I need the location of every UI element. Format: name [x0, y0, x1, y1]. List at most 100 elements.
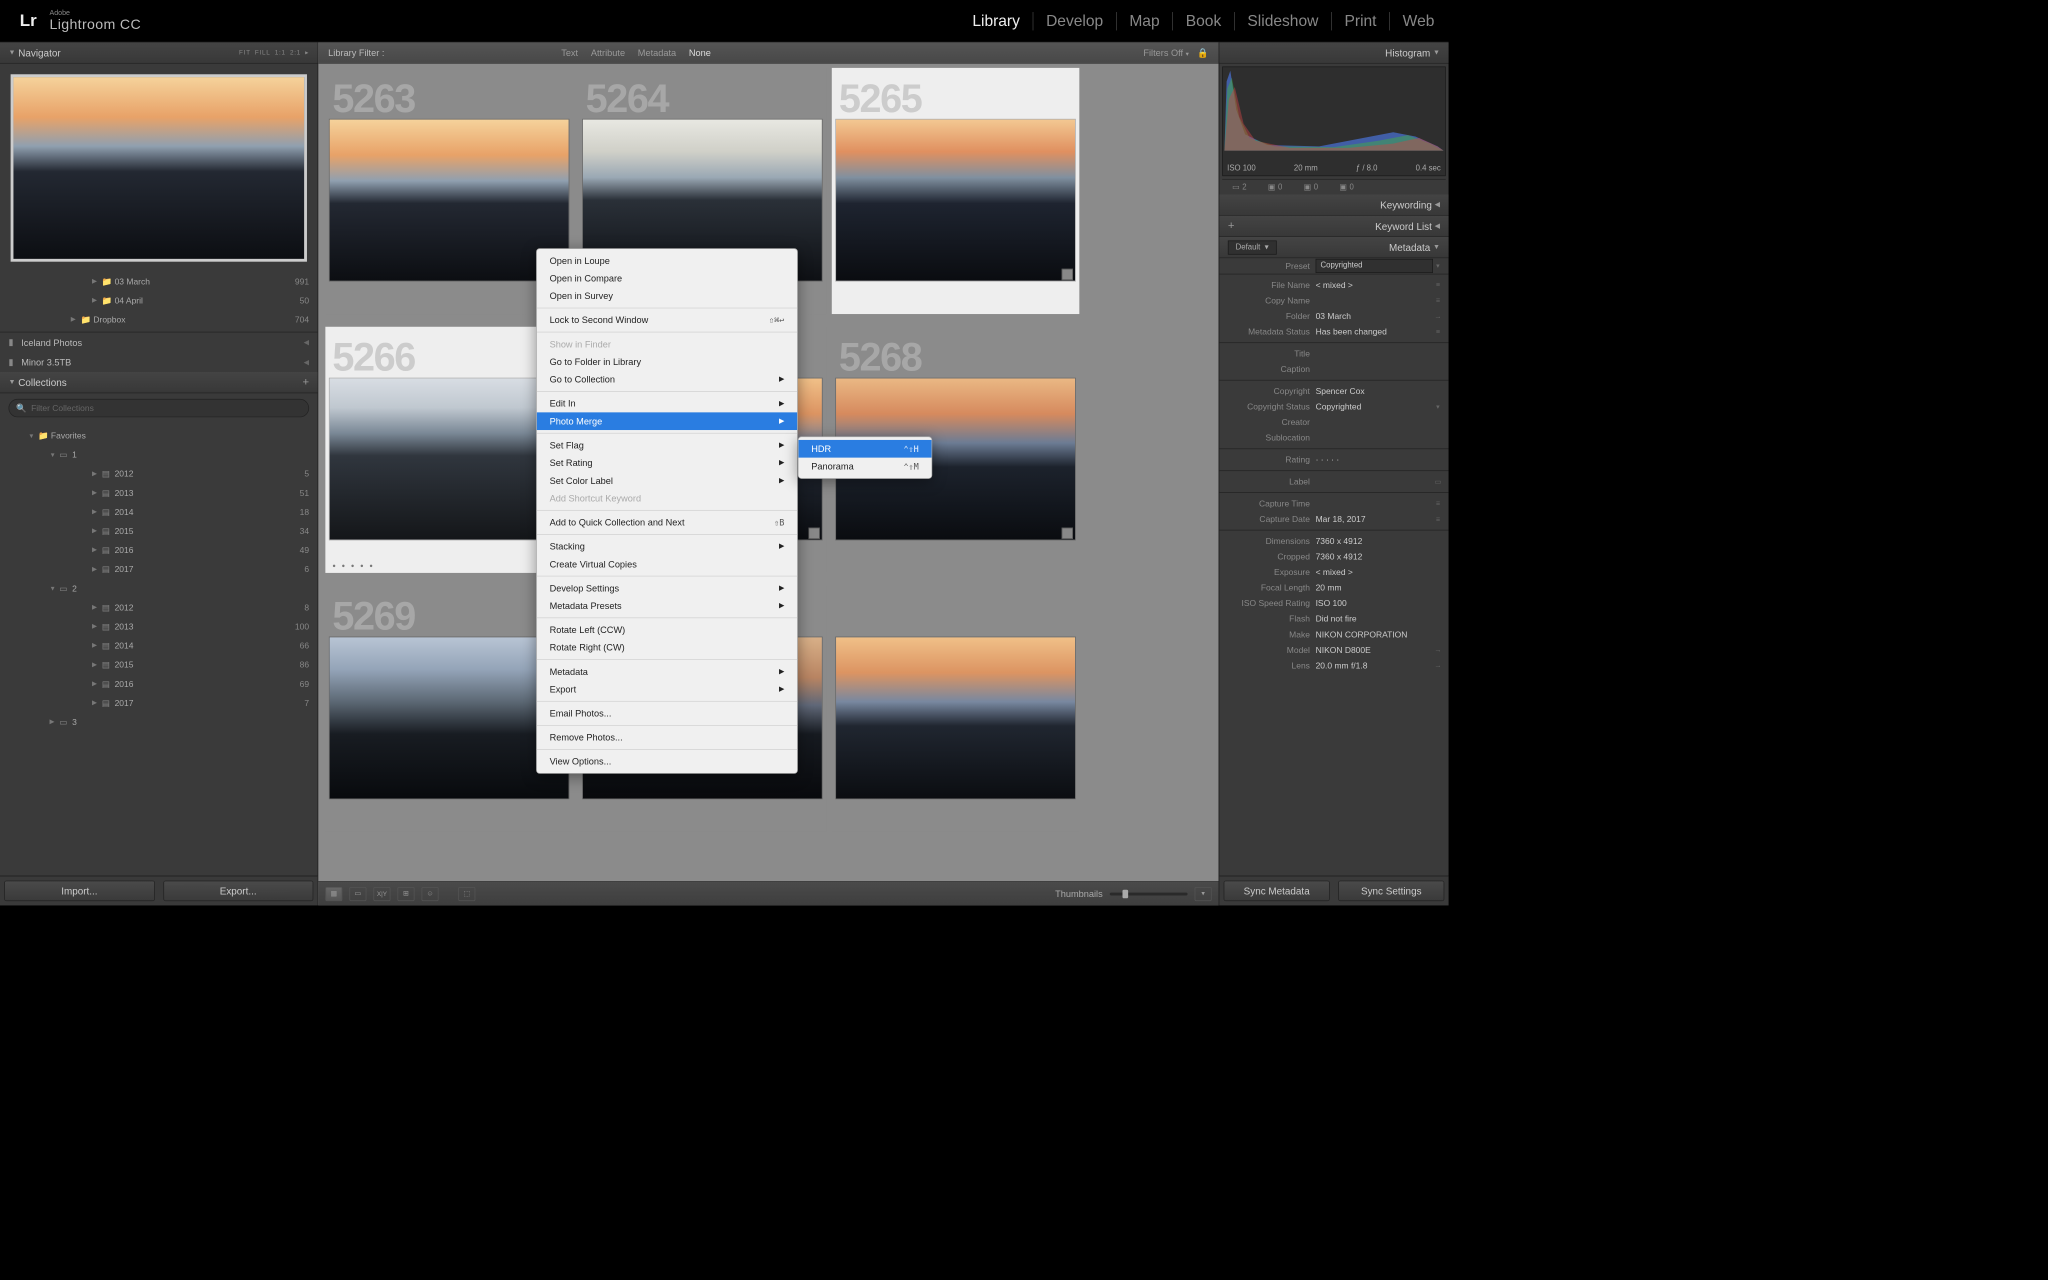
collection-row[interactable]: ▶▤20128: [0, 598, 318, 617]
collection-row[interactable]: ▶▭3: [0, 712, 318, 731]
metadata-action-icon[interactable]: →: [1433, 312, 1443, 320]
filter-none[interactable]: None: [689, 47, 711, 58]
import-button[interactable]: Import...: [4, 881, 154, 902]
menu-item[interactable]: Export▶: [537, 680, 797, 698]
thumbnail[interactable]: [329, 119, 569, 282]
menu-item[interactable]: Rotate Left (CCW): [537, 621, 797, 639]
module-slideshow[interactable]: Slideshow: [1235, 12, 1332, 30]
menu-item[interactable]: Stacking▶: [537, 538, 797, 556]
metadata-value[interactable]: 7360 x 4912: [1316, 552, 1433, 562]
add-collection-button[interactable]: +: [302, 376, 309, 389]
metadata-value[interactable]: NIKON CORPORATION: [1316, 629, 1433, 639]
metadata-action-icon[interactable]: ≡: [1433, 281, 1443, 289]
menu-item[interactable]: Photo Merge▶: [537, 412, 797, 430]
keyword-list-header[interactable]: + Keyword List ◀: [1219, 216, 1448, 237]
metadata-value[interactable]: 20.0 mm f/1.8: [1316, 661, 1433, 671]
menu-item[interactable]: Panorama⌃⇧M: [799, 458, 932, 476]
thumbnail[interactable]: [329, 637, 569, 800]
survey-view-icon[interactable]: ⊞: [398, 887, 415, 901]
metadata-action-icon[interactable]: ▾: [1433, 403, 1443, 411]
menu-item[interactable]: Open in Survey: [537, 287, 797, 305]
metadata-value[interactable]: · · · · ·: [1316, 455, 1433, 465]
metadata-value[interactable]: 7360 x 4912: [1316, 536, 1433, 546]
export-button[interactable]: Export...: [163, 881, 313, 902]
painter-tool-icon[interactable]: ⬚: [458, 887, 475, 901]
module-develop[interactable]: Develop: [1033, 12, 1116, 30]
sync-metadata-button[interactable]: Sync Metadata: [1224, 881, 1330, 902]
collection-row[interactable]: ▶▤201418: [0, 502, 318, 521]
metadata-value[interactable]: Spencer Cox: [1316, 386, 1433, 396]
menu-item[interactable]: Email Photos...: [537, 704, 797, 722]
people-view-icon[interactable]: ☺: [422, 887, 439, 901]
menu-item[interactable]: Create Virtual Copies: [537, 555, 797, 573]
filter-text[interactable]: Text: [561, 47, 578, 58]
metadata-value[interactable]: < mixed >: [1316, 280, 1433, 290]
collection-row[interactable]: ▶▤201669: [0, 674, 318, 693]
nav-zoom-fit[interactable]: FIT: [239, 49, 251, 56]
grid-cell[interactable]: 5265: [832, 68, 1080, 314]
metadata-value[interactable]: 03 March: [1316, 311, 1433, 321]
metadata-value[interactable]: Did not fire: [1316, 614, 1433, 624]
metadata-action-icon[interactable]: ≡: [1433, 515, 1443, 523]
nav-zoom-1:1[interactable]: 1:1: [275, 49, 286, 56]
menu-item[interactable]: Go to Collection▶: [537, 371, 797, 389]
module-library[interactable]: Library: [960, 12, 1034, 30]
grid-view-icon[interactable]: ▦: [325, 887, 342, 901]
menu-item[interactable]: Metadata Presets▶: [537, 597, 797, 615]
menu-item[interactable]: Add to Quick Collection and Next⇧B: [537, 513, 797, 531]
thumbnail[interactable]: [835, 119, 1075, 282]
toolbar-menu-icon[interactable]: ▾: [1195, 887, 1212, 901]
metadata-value[interactable]: < mixed >: [1316, 567, 1433, 577]
metadata-value[interactable]: NIKON D800E: [1316, 645, 1433, 655]
collection-row[interactable]: ▶▤201586: [0, 655, 318, 674]
collection-row[interactable]: ▼▭2: [0, 579, 318, 598]
folder-row[interactable]: ▶📁03 March991: [0, 272, 318, 291]
filter-collections-input[interactable]: 🔍 Filter Collections: [8, 399, 309, 417]
menu-item[interactable]: Metadata▶: [537, 663, 797, 681]
filter-attribute[interactable]: Attribute: [591, 47, 625, 58]
metadata-action-icon[interactable]: ≡: [1433, 328, 1443, 336]
context-menu[interactable]: Open in LoupeOpen in CompareOpen in Surv…: [536, 248, 798, 774]
collection-row[interactable]: ▶▤201466: [0, 636, 318, 655]
metadata-value[interactable]: Mar 18, 2017: [1316, 514, 1433, 524]
metadata-action-icon[interactable]: →: [1433, 662, 1443, 670]
metadata-action-icon[interactable]: ▭: [1433, 478, 1443, 486]
navigator-header[interactable]: ▼ Navigator FITFILL1:12:1▸: [0, 42, 318, 63]
menu-item[interactable]: Set Flag▶: [537, 436, 797, 454]
compare-view-icon[interactable]: X|Y: [373, 887, 390, 901]
volume-row[interactable]: ▮Iceland Photos◀: [0, 332, 318, 352]
collection-row[interactable]: ▶▤20177: [0, 693, 318, 712]
metadata-badge-icon[interactable]: [808, 528, 819, 539]
collection-row[interactable]: ▶▤20176: [0, 559, 318, 578]
collection-row[interactable]: ▼▭1: [0, 445, 318, 464]
filter-metadata[interactable]: Metadata: [638, 47, 676, 58]
collection-row[interactable]: ▼📁Favorites: [0, 426, 318, 445]
metadata-badge-icon[interactable]: [1062, 269, 1073, 280]
collection-row[interactable]: ▶▤201534: [0, 521, 318, 540]
keywording-header[interactable]: Keywording ◀: [1219, 195, 1448, 216]
metadata-badge-icon[interactable]: [1062, 528, 1073, 539]
metadata-action-icon[interactable]: →: [1433, 646, 1443, 654]
menu-item[interactable]: View Options...: [537, 753, 797, 771]
metadata-value[interactable]: 20 mm: [1316, 583, 1433, 593]
histogram-header[interactable]: Histogram ▼: [1219, 42, 1448, 63]
module-print[interactable]: Print: [1332, 12, 1390, 30]
metadata-value[interactable]: ISO 100: [1316, 598, 1433, 608]
preset-select[interactable]: Copyrighted: [1316, 259, 1433, 273]
collection-row[interactable]: ▶▤20125: [0, 464, 318, 483]
menu-item[interactable]: Set Color Label▶: [537, 472, 797, 490]
sync-settings-button[interactable]: Sync Settings: [1338, 881, 1444, 902]
thumbnail[interactable]: [329, 378, 569, 541]
menu-item[interactable]: Open in Loupe: [537, 252, 797, 270]
menu-item[interactable]: HDR⌃⇧H: [799, 440, 932, 458]
menu-item[interactable]: Open in Compare: [537, 269, 797, 287]
metadata-value[interactable]: Copyrighted: [1316, 402, 1433, 412]
nav-zoom-more-icon[interactable]: ▸: [305, 49, 309, 56]
lock-icon[interactable]: 🔒: [1197, 47, 1208, 58]
collection-row[interactable]: ▶▤201351: [0, 483, 318, 502]
histogram[interactable]: ISO 100 20 mm ƒ / 8.0 0.4 sec: [1222, 66, 1446, 176]
metadata-view-select[interactable]: Default ▾: [1228, 240, 1276, 254]
add-keyword-button[interactable]: +: [1228, 220, 1235, 233]
nav-zoom-fill[interactable]: FILL: [255, 49, 271, 56]
menu-item[interactable]: Remove Photos...: [537, 729, 797, 747]
